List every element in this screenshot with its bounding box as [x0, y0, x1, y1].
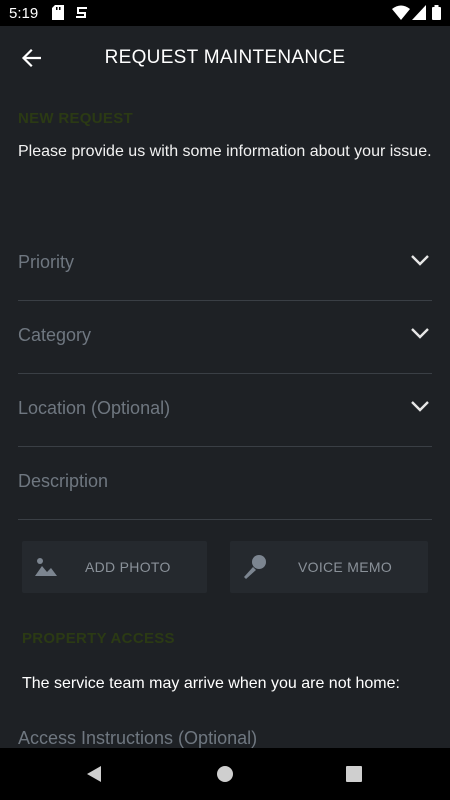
add-photo-button[interactable]: ADD PHOTO	[22, 541, 207, 593]
page-title: REQUEST MAINTENANCE	[104, 47, 346, 68]
nav-back-button[interactable]	[64, 748, 124, 800]
photo-icon	[35, 558, 57, 576]
location-dropdown[interactable]: Location (Optional)	[18, 373, 432, 447]
voice-memo-button[interactable]: VOICE MEMO	[230, 541, 428, 593]
voice-memo-label: VOICE MEMO	[298, 559, 393, 575]
location-label: Location (Optional)	[18, 398, 171, 418]
status-bar: 5:19	[0, 0, 450, 26]
nav-home-button[interactable]	[195, 748, 255, 800]
category-dropdown[interactable]: Category	[18, 300, 432, 374]
access-note: The service team may arrive when you are…	[22, 675, 400, 692]
description-label: Description	[18, 471, 109, 491]
section-label-property-access: PROPERTY ACCESS	[22, 630, 175, 647]
sd-card-icon	[52, 5, 64, 25]
navigation-bar	[0, 748, 450, 800]
priority-dropdown[interactable]: Priority	[18, 227, 432, 301]
microphone-icon	[244, 555, 266, 579]
nav-recents-button[interactable]	[324, 748, 384, 800]
chevron-down-icon	[411, 328, 429, 339]
category-label: Category	[18, 325, 92, 345]
sync-icon	[75, 5, 89, 25]
app-bar: REQUEST MAINTENANCE	[0, 26, 450, 88]
cellular-icon	[412, 5, 426, 25]
nav-home-icon	[217, 766, 233, 782]
wifi-icon	[392, 5, 410, 25]
status-time: 5:19	[9, 5, 39, 22]
battery-icon	[432, 5, 441, 25]
priority-label: Priority	[18, 252, 75, 272]
section-label-new-request: NEW REQUEST	[18, 110, 133, 127]
description-field[interactable]: Description	[18, 446, 432, 520]
chevron-down-icon	[411, 401, 429, 412]
chevron-down-icon	[411, 255, 429, 266]
add-photo-label: ADD PHOTO	[85, 559, 171, 575]
intro-text: Please provide us with some information …	[18, 143, 432, 160]
nav-recents-icon	[346, 766, 362, 782]
access-instructions-field[interactable]: Access Instructions (Optional)	[18, 728, 257, 749]
nav-back-icon	[87, 766, 101, 782]
